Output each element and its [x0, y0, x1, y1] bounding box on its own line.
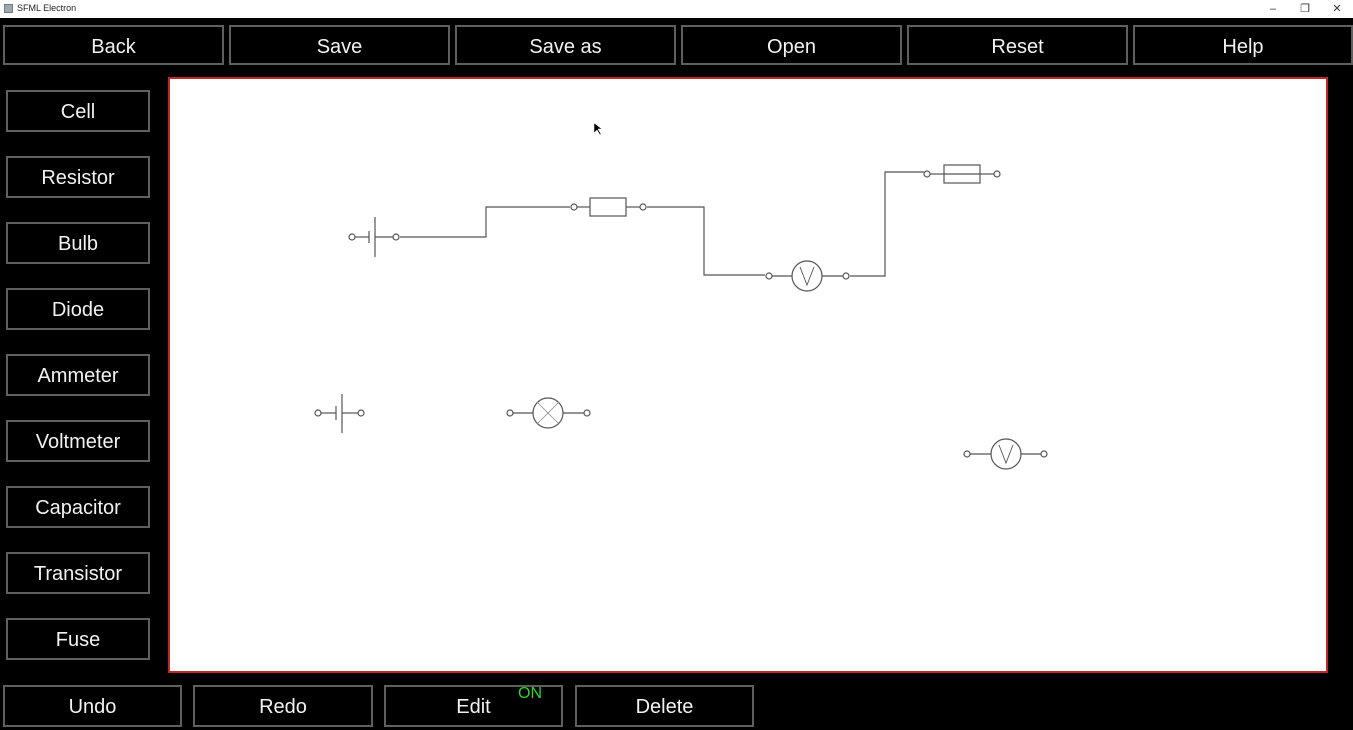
component-ammeter-button[interactable]: Ammeter: [6, 354, 150, 396]
close-button[interactable]: ✕: [1322, 1, 1352, 17]
component-bulb-button[interactable]: Bulb: [6, 222, 150, 264]
component-fuse-button[interactable]: Fuse: [6, 618, 150, 660]
component-transistor-button[interactable]: Transistor: [6, 552, 150, 594]
open-button[interactable]: Open: [681, 25, 902, 65]
component-capacitor-button[interactable]: Capacitor: [6, 486, 150, 528]
cell-component: [348, 217, 400, 257]
save-as-button[interactable]: Save as: [455, 25, 676, 65]
wire: [647, 206, 765, 276]
delete-button[interactable]: Delete: [575, 685, 754, 727]
edit-mode-status-badge: ON: [518, 685, 542, 702]
bulb-component: [506, 397, 591, 429]
restore-button[interactable]: ❐: [1290, 1, 1320, 17]
resistor-component: [570, 197, 647, 217]
component-diode-button[interactable]: Diode: [6, 288, 150, 330]
window-title: SFML Electron: [17, 3, 77, 13]
minimize-button[interactable]: –: [1258, 1, 1288, 17]
reset-button[interactable]: Reset: [907, 25, 1128, 65]
circuit-drawing: [314, 122, 1048, 470]
save-button[interactable]: Save: [229, 25, 450, 65]
fuse-component: [923, 164, 1001, 184]
help-button[interactable]: Help: [1133, 25, 1353, 65]
window-titlebar: SFML Electron – ❐ ✕: [0, 0, 1353, 18]
redo-button[interactable]: Redo: [193, 685, 373, 727]
wire: [400, 206, 570, 238]
app-icon: [4, 4, 13, 13]
component-voltmeter-button[interactable]: Voltmeter: [6, 420, 150, 462]
component-resistor-button[interactable]: Resistor: [6, 156, 150, 198]
undo-button[interactable]: Undo: [3, 685, 182, 727]
voltmeter-component: [963, 438, 1048, 470]
back-button[interactable]: Back: [3, 25, 224, 65]
cell-component: [314, 394, 365, 433]
wire: [850, 171, 924, 277]
voltmeter-component: [765, 260, 850, 292]
mouse-cursor-icon: [593, 122, 603, 136]
component-cell-button[interactable]: Cell: [6, 90, 150, 132]
circuit-canvas[interactable]: [168, 77, 1328, 673]
